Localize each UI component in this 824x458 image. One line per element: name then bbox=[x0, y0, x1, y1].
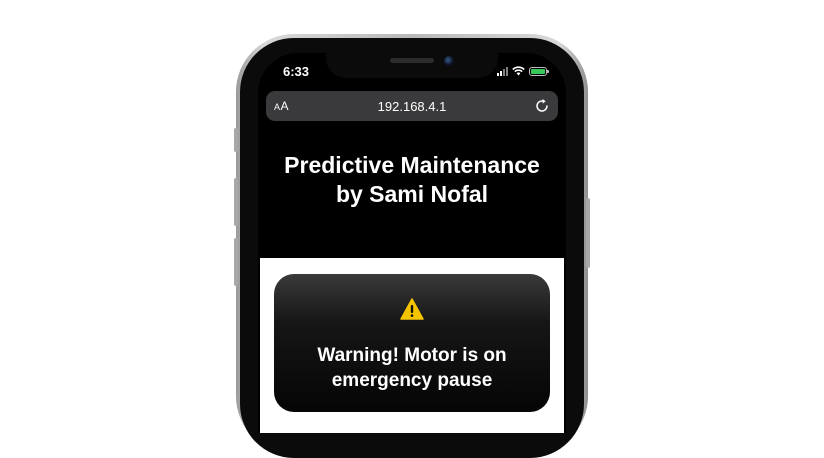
mute-switch bbox=[234, 128, 238, 152]
reload-icon[interactable] bbox=[534, 98, 550, 114]
address-bar[interactable]: AA 192.168.4.1 bbox=[266, 91, 558, 121]
volume-up-button bbox=[234, 178, 238, 226]
wifi-icon bbox=[512, 66, 525, 76]
status-time: 6:33 bbox=[283, 64, 310, 79]
speaker-grille bbox=[390, 58, 434, 63]
volume-down-button bbox=[234, 238, 238, 286]
cellular-signal-icon bbox=[497, 66, 508, 76]
alert-message: Warning! Motor is on emergency pause bbox=[317, 345, 507, 391]
status-icons bbox=[497, 66, 549, 76]
notch bbox=[326, 53, 498, 78]
page-title: Predictive Maintenance by Sami Nofal bbox=[284, 152, 540, 207]
front-camera bbox=[444, 56, 454, 66]
power-button bbox=[586, 198, 590, 268]
battery-icon bbox=[529, 66, 549, 76]
warning-icon bbox=[400, 298, 424, 320]
url-text[interactable]: 192.168.4.1 bbox=[266, 99, 558, 114]
